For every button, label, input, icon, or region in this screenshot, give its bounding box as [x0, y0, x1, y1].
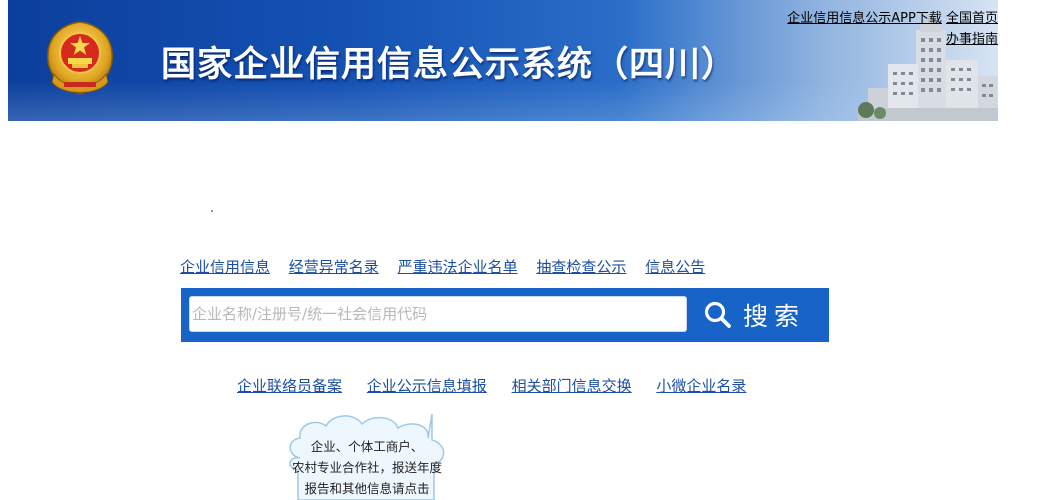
nav-serious-violation-list[interactable]: 严重违法企业名单: [398, 258, 518, 276]
search-bar: 搜索: [181, 288, 829, 342]
cloud-line-3: 报告和其他信息请点击: [304, 481, 430, 496]
banner-glow: [8, 81, 998, 121]
divider-dot: [211, 210, 213, 212]
service-nav: 企业联络员备案 企业公示信息填报 相关部门信息交换 小微企业名录: [237, 375, 766, 396]
search-button[interactable]: 搜索: [703, 296, 821, 334]
search-input[interactable]: [189, 296, 687, 332]
nav-micro-enterprise-list[interactable]: 小微企业名录: [656, 377, 746, 395]
search-button-label: 搜索: [743, 302, 806, 331]
nav-info-filing[interactable]: 企业公示信息填报: [367, 377, 487, 395]
guide-link[interactable]: 办事指南: [946, 32, 998, 47]
national-emblem-icon: [47, 21, 113, 95]
search-icon: [704, 301, 731, 328]
annual-report-bubble[interactable]: 企业、个体工商户、 农村专业合作社，报送年度 报告和其他信息请点击: [282, 410, 452, 500]
nav-liaison-registration[interactable]: 企业联络员备案: [237, 377, 342, 395]
national-home-link[interactable]: 全国首页: [946, 11, 998, 26]
app-download-link[interactable]: 企业信用信息公示APP下载: [787, 11, 942, 26]
cloud-text: 企业、个体工商户、 农村专业合作社，报送年度 报告和其他信息请点击: [282, 436, 452, 499]
top-links: 企业信用信息公示APP下载 全国首页 办事指南: [787, 8, 998, 50]
nav-credit-info[interactable]: 企业信用信息: [180, 258, 270, 276]
nav-abnormal-list[interactable]: 经营异常名录: [289, 258, 379, 276]
cloud-line-2: 农村专业合作社，报送年度: [291, 460, 442, 475]
cloud-line-1: 企业、个体工商户、: [310, 439, 424, 454]
site-title: 国家企业信用信息公示系统（四川）: [161, 45, 738, 85]
nav-info-announcement[interactable]: 信息公告: [645, 258, 705, 276]
nav-department-exchange[interactable]: 相关部门信息交换: [512, 377, 632, 395]
nav-inspection-publicity[interactable]: 抽查检查公示: [536, 258, 626, 276]
category-nav: 企业信用信息 经营异常名录 严重违法企业名单 抽查检查公示 信息公告: [180, 256, 719, 277]
